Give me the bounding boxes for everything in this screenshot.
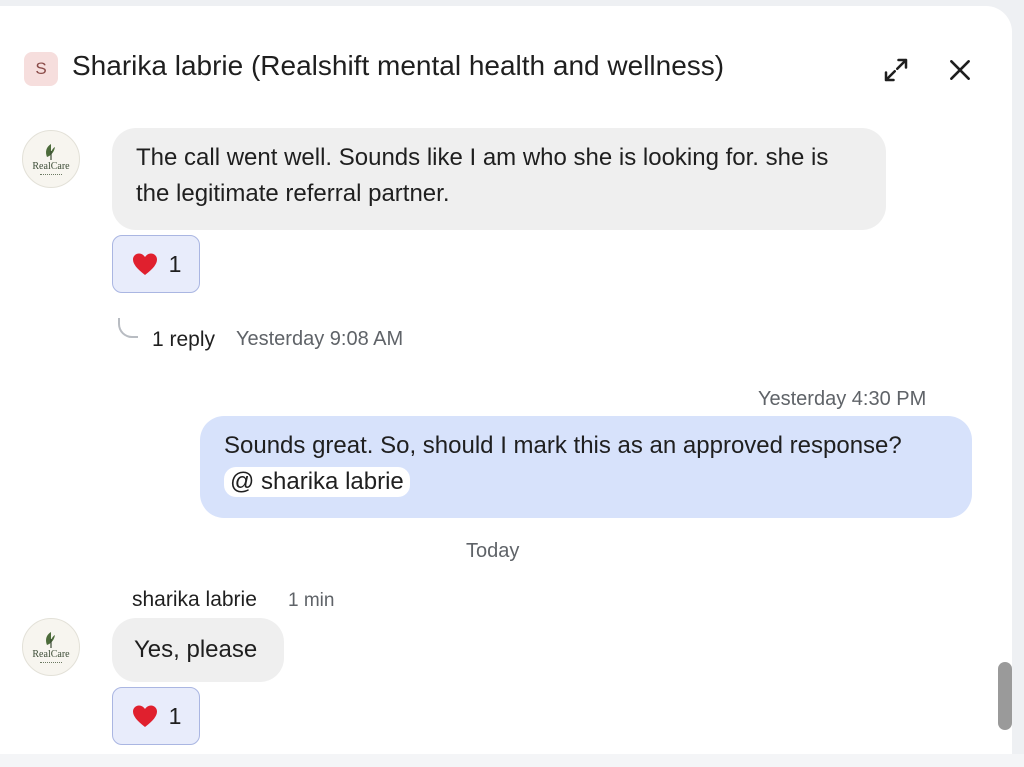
heart-reaction-button[interactable]: 1 xyxy=(112,235,200,293)
reaction-count: 1 xyxy=(168,702,182,729)
message-text: Yes, please xyxy=(134,636,258,663)
avatar-brand-text: RealCare xyxy=(32,649,70,660)
red-heart-icon xyxy=(132,705,157,727)
user-mention-chip[interactable]: @ sharika labrie xyxy=(224,467,410,497)
chat-header: S Sharika labrie (Realshift mental healt… xyxy=(0,6,1012,128)
leaf-logo-icon xyxy=(46,632,55,648)
sender-avatar[interactable]: RealCare xyxy=(22,130,80,188)
reply-count-link[interactable]: 1 reply xyxy=(152,328,215,352)
message-bubble[interactable]: Yes, please xyxy=(112,618,284,682)
outgoing-message-bubble[interactable]: Sounds great. So, should I mark this as … xyxy=(200,416,972,518)
sender-timestamp: 1 min xyxy=(288,590,335,611)
message-timestamp: Yesterday 4:30 PM xyxy=(758,388,927,410)
space-avatar: S xyxy=(24,52,58,86)
reaction-count: 1 xyxy=(168,250,182,277)
expand-button[interactable] xyxy=(876,50,916,90)
chat-panel: S Sharika labrie (Realshift mental healt… xyxy=(0,6,1012,754)
reply-timestamp: Yesterday 9:08 AM xyxy=(236,328,404,350)
scrollbar-thumb[interactable] xyxy=(998,662,1012,730)
message-text: Sounds great. So, should I mark this as … xyxy=(224,432,902,459)
message-text: The call went well. Sounds like I am who… xyxy=(136,144,829,207)
message-bubble[interactable]: The call went well. Sounds like I am who… xyxy=(112,128,886,230)
expand-diagonal-icon xyxy=(884,58,908,82)
avatar-brand-text: RealCare xyxy=(32,161,70,172)
red-heart-icon xyxy=(132,253,157,275)
sender-name: sharika labrie xyxy=(132,588,257,611)
close-button[interactable] xyxy=(940,50,980,90)
heart-reaction-button[interactable]: 1 xyxy=(112,687,200,745)
avatar-brand-tagline xyxy=(40,174,62,176)
leaf-logo-icon xyxy=(46,144,55,160)
avatar-brand-tagline xyxy=(40,662,62,664)
conversation-title: Sharika labrie (Realshift mental health … xyxy=(72,50,725,81)
close-icon xyxy=(950,60,970,80)
date-divider: Today xyxy=(466,540,520,562)
thread-connector-icon xyxy=(118,318,138,338)
bottom-divider xyxy=(0,754,1024,767)
sender-avatar[interactable]: RealCare xyxy=(22,618,80,676)
